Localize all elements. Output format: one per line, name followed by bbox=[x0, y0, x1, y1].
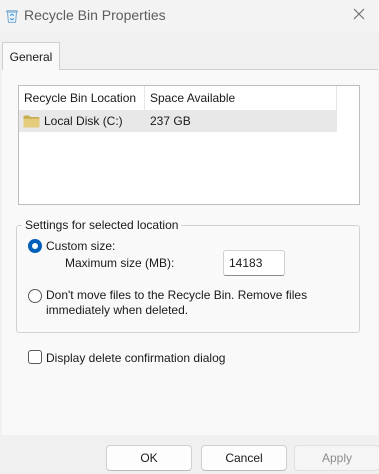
ok-button[interactable]: OK bbox=[106, 445, 192, 471]
settings-group-label: Settings for selected location bbox=[22, 218, 182, 232]
tab-general-label: General bbox=[9, 49, 53, 64]
cancel-button[interactable]: Cancel bbox=[201, 445, 287, 471]
list-item[interactable]: Local Disk (C:) 237 GB bbox=[19, 110, 337, 132]
folder-icon bbox=[23, 115, 40, 128]
cancel-button-label: Cancel bbox=[225, 451, 263, 465]
dont-move-label-line1[interactable]: Don't move files to the Recycle Bin. Rem… bbox=[46, 288, 307, 303]
title-bar[interactable]: Recycle Bin Properties bbox=[0, 0, 379, 32]
max-size-label: Maximum size (MB): bbox=[65, 256, 175, 270]
space-available: 237 GB bbox=[150, 114, 191, 128]
max-size-input[interactable]: 14183 bbox=[223, 250, 285, 276]
confirm-delete-checkbox[interactable] bbox=[28, 350, 42, 364]
close-button[interactable] bbox=[339, 0, 379, 32]
list-header: Recycle Bin Location Space Available bbox=[19, 86, 337, 111]
close-icon bbox=[353, 7, 365, 25]
recycle-bin-icon bbox=[6, 9, 18, 23]
location-name: Local Disk (C:) bbox=[44, 114, 123, 128]
tab-general[interactable]: General bbox=[2, 42, 60, 70]
column-header-space[interactable]: Space Available bbox=[145, 86, 337, 110]
window-title: Recycle Bin Properties bbox=[24, 7, 166, 23]
dont-move-radio[interactable] bbox=[28, 289, 42, 303]
apply-button[interactable]: Apply bbox=[294, 445, 379, 471]
custom-size-radio[interactable] bbox=[28, 239, 42, 253]
apply-button-label: Apply bbox=[321, 451, 353, 465]
custom-size-label[interactable]: Custom size: bbox=[46, 239, 115, 254]
confirm-delete-label[interactable]: Display delete confirmation dialog bbox=[46, 351, 225, 366]
dont-move-label-line2[interactable]: immediately when deleted. bbox=[46, 303, 188, 318]
column-header-location[interactable]: Recycle Bin Location bbox=[19, 86, 145, 110]
ok-button-label: OK bbox=[140, 451, 158, 465]
recycle-bin-properties-dialog: Recycle Bin Properties General Recycle B… bbox=[0, 0, 379, 474]
location-list[interactable]: Recycle Bin Location Space Available Loc… bbox=[18, 85, 360, 205]
